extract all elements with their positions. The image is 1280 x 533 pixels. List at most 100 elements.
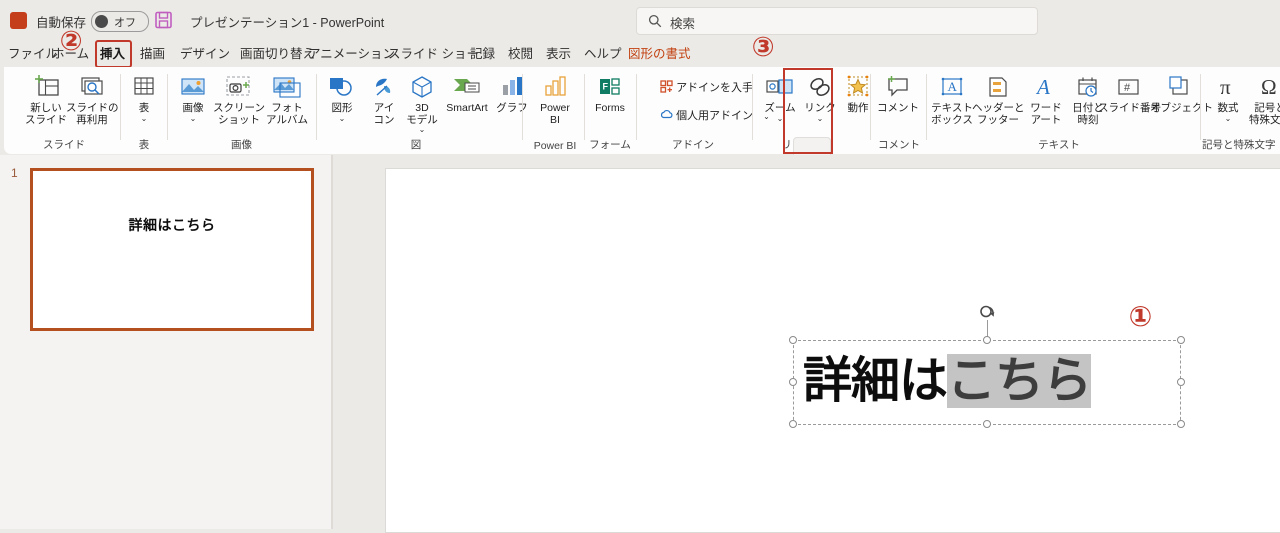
symbol-icon: Ω — [1244, 71, 1280, 103]
get-addins-label: アドインを入手 — [676, 82, 754, 94]
toggle-knob — [95, 15, 108, 28]
photo-album-button[interactable]: フォト アルバム — [261, 71, 313, 126]
new-slide-label-2: スライド — [25, 113, 67, 126]
document-title: プレゼンテーション1 - PowerPoint — [190, 16, 385, 30]
search-icon — [648, 14, 662, 33]
ribbon-group-addins: アドインを入手 個人用アドイン ⌄ アドイン — [638, 67, 770, 154]
comment-label: コメント — [877, 102, 919, 114]
reuse-slides-label-2: 再利用 — [76, 113, 108, 126]
slide-thumbnail-1[interactable]: 詳細はこちら — [30, 168, 314, 331]
screenshot-button[interactable]: スクリーン ショット — [213, 71, 265, 126]
new-slide-label-1: 新しい — [30, 102, 62, 114]
date-time-label-2: 時刻 — [1077, 113, 1099, 126]
svg-text:A: A — [948, 79, 958, 94]
table-icon — [118, 71, 170, 103]
chevron-down-icon[interactable]: ⌄ — [167, 114, 219, 123]
get-addins-icon — [660, 80, 676, 94]
annotation-1: ① — [1128, 301, 1153, 332]
tab-transitions[interactable]: 画面切り替え — [240, 42, 315, 67]
forms-button[interactable]: F Forms — [584, 71, 636, 115]
text-box-button[interactable]: A テキスト ボックス — [926, 71, 978, 126]
chevron-down-icon[interactable]: ⌄ — [396, 126, 448, 134]
reuse-slides-label-1: スライドの — [66, 102, 119, 114]
new-slide-icon — [20, 71, 72, 103]
resize-handle-middle-right[interactable] — [1177, 378, 1185, 386]
picture-button[interactable]: 画像 ⌄ — [167, 71, 219, 123]
group-separator — [870, 74, 871, 140]
save-icon[interactable] — [155, 11, 172, 29]
slide-number-icon: # — [1098, 71, 1158, 103]
chevron-down-icon[interactable]: ⌄ — [118, 114, 170, 123]
resize-handle-bottom-right[interactable] — [1177, 420, 1185, 428]
symbol-button[interactable]: Ω 記号と 特殊文字 — [1244, 71, 1280, 126]
symbol-label-2: 特殊文字 — [1249, 113, 1280, 126]
power-bi-label-1: Power — [540, 102, 570, 114]
tab-shape-format[interactable]: 図形の書式 — [628, 42, 691, 67]
ribbon-group-forms: F Forms フォーム — [586, 67, 634, 154]
slide-number-button[interactable]: # スライド番号 — [1098, 71, 1161, 115]
ribbon-group-slides: 新しい スライド スライドの 再利用 スライド — [10, 67, 119, 154]
textbox-icon: A — [926, 71, 978, 103]
slide-number-label: 1 — [11, 166, 18, 180]
resize-handle-top-left[interactable] — [789, 336, 797, 344]
annotation-3: ③ — [751, 32, 775, 62]
search-input[interactable]: 検索 — [636, 7, 1038, 35]
photo-album-label-2: アルバム — [266, 113, 308, 126]
group-separator — [636, 74, 637, 140]
resize-handle-middle-left[interactable] — [789, 378, 797, 386]
photo-album-label-1: フォト — [271, 102, 303, 114]
header-footer-icon — [972, 71, 1024, 103]
table-button[interactable]: 表 ⌄ — [118, 71, 170, 123]
ribbon-tabs: ファイル ホーム 挿入 描画 デザイン 画面切り替え アニメーション スライド … — [0, 42, 1280, 67]
group-separator — [522, 74, 523, 140]
selected-textbox[interactable]: 詳細はこちら — [793, 340, 1181, 425]
group-label-symbols: 記号と特殊文字 — [1202, 139, 1276, 151]
reuse-slides-button[interactable]: スライドの 再利用 — [66, 71, 119, 126]
resize-handle-bottom-left[interactable] — [789, 420, 797, 428]
resize-handle-bottom-center[interactable] — [983, 420, 991, 428]
symbol-label-1: 記号と — [1254, 102, 1280, 114]
tab-draw[interactable]: 描画 — [140, 42, 165, 67]
rotate-handle-icon[interactable] — [978, 302, 997, 321]
screenshot-label-2: ショット — [218, 113, 260, 126]
annotation-2: ② — [59, 26, 83, 56]
header-footer-button[interactable]: ヘッダーと フッター — [972, 71, 1025, 126]
power-bi-button[interactable]: Power BI — [529, 71, 581, 126]
group-label-text: テキスト — [1038, 139, 1080, 151]
comment-icon — [872, 71, 924, 103]
powerpoint-logo-icon — [10, 12, 27, 29]
get-addins-button[interactable]: アドインを入手 — [660, 79, 753, 95]
powerpoint-window: 自動保存 オフ プレゼンテーション1 - PowerPoint 検索 ファイル … — [0, 0, 1280, 533]
group-label-forms: フォーム — [589, 139, 631, 151]
group-label-powerbi: Power BI — [533, 140, 577, 152]
tab-record[interactable]: 記録 — [470, 42, 495, 67]
header-footer-label-1: ヘッダーと — [972, 102, 1025, 114]
textbox-content[interactable]: 詳細はこちら — [803, 339, 1092, 424]
resize-handle-top-right[interactable] — [1177, 336, 1185, 344]
comment-button[interactable]: コメント — [872, 71, 924, 115]
tab-review[interactable]: 校閲 — [508, 42, 533, 67]
power-bi-label-2: BI — [550, 113, 560, 126]
tab-design[interactable]: デザイン — [180, 42, 230, 67]
group-label-illustrations: 図 — [410, 139, 422, 151]
picture-icon — [167, 71, 219, 103]
ribbon-group-symbols: π 数式 ⌄ Ω 記号と 特殊文字 記号と特殊文字 — [1202, 67, 1280, 154]
tab-animations[interactable]: アニメーション — [308, 42, 395, 67]
tab-view[interactable]: 表示 — [546, 42, 571, 67]
new-slide-button[interactable]: 新しい スライド — [20, 71, 72, 126]
my-addins-icon — [660, 109, 676, 122]
ribbon-group-images: 画像 ⌄ スクリーン ショット フォト アルバム 画像 — [169, 67, 314, 154]
photo-album-icon — [261, 71, 313, 103]
header-footer-label-2: フッター — [977, 113, 1019, 126]
group-label-slides: スライド — [43, 139, 85, 151]
svg-text:Ω: Ω — [1261, 75, 1277, 99]
link-group-highlight-box — [783, 68, 833, 154]
resize-handle-top-center[interactable] — [983, 336, 991, 344]
group-label-images: 画像 — [231, 139, 252, 151]
tab-slideshow[interactable]: スライド ショー — [388, 42, 479, 67]
group-label-table: 表 — [138, 139, 150, 151]
text-box-label-1: テキスト — [931, 102, 973, 114]
tab-help[interactable]: ヘルプ — [584, 42, 622, 67]
group-label-addins: アドイン — [672, 139, 714, 151]
autosave-toggle[interactable]: オフ — [91, 11, 149, 32]
